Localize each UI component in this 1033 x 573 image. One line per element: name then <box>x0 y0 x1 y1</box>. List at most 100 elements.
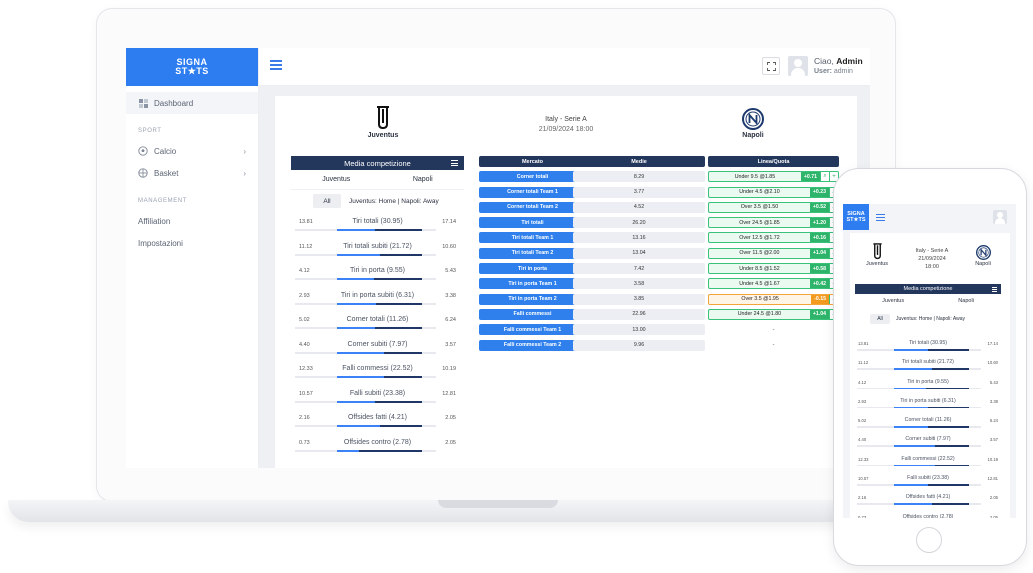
stat-away-value: 10.19 <box>987 456 998 462</box>
stat-bar <box>894 464 969 467</box>
stat-home-value: 11.12 <box>858 360 869 366</box>
stat-bar-track <box>857 406 981 409</box>
phone-date: 21/09/2024 <box>918 256 946 262</box>
market-line-empty: - <box>772 326 775 333</box>
sidebar-item-basket[interactable]: Basket › <box>126 162 258 184</box>
phone-card-team-home[interactable]: Juventus <box>882 298 904 304</box>
phone-filter-all-button[interactable]: All <box>870 314 890 324</box>
stat-away-value: 12.81 <box>442 390 456 397</box>
market-line-cell: Over 24.5 @1.85+1.20⌕ <box>708 217 839 229</box>
stat-bar <box>337 351 422 354</box>
market-name-button[interactable]: Falli commessi <box>479 308 586 320</box>
stat-bar-home <box>894 349 928 351</box>
phone-card-teams: Juventus Napoli <box>855 298 1001 304</box>
stat-away-value: 2.05 <box>989 514 998 518</box>
search-icon[interactable]: ⌕ <box>820 172 829 182</box>
market-name-button[interactable]: Falli commessi Team 2 <box>479 339 586 351</box>
filter-label[interactable]: Juventus: Home | Napoli: Away <box>349 198 439 205</box>
market-line-text: Over 24.5 @1.85 <box>739 219 780 226</box>
away-team-name: Napoli <box>742 132 764 139</box>
market-name-button[interactable]: Corner totali Team 1 <box>479 186 586 198</box>
card-team-home[interactable]: Juventus <box>322 176 350 189</box>
stat-home-value: 2.16 <box>299 415 310 421</box>
home-team-name: Juventus <box>367 132 399 139</box>
filter-all-button[interactable]: All <box>313 194 341 208</box>
phone-match-info: Italy - Serie A 21/09/2024 18:00 <box>902 247 962 271</box>
stat-bar-away <box>383 351 422 354</box>
market-name-button[interactable]: Tiri totali Team 2 <box>479 247 586 259</box>
phone-hamburger-icon[interactable] <box>876 214 885 222</box>
market-line-box[interactable]: Under 8.5 @1.52+0.58⌕ <box>708 263 839 275</box>
football-icon <box>138 146 148 156</box>
market-line-box[interactable]: Under 4.5 @2.10+0.23⌕ <box>708 186 839 198</box>
avatar-icon[interactable] <box>788 56 808 76</box>
market-name-button[interactable]: Tiri totali Team 1 <box>479 232 586 244</box>
stat-bar <box>894 349 969 351</box>
market-delta-badge: +0.52 <box>809 202 829 212</box>
stat-home-value: 10.57 <box>858 476 869 482</box>
market-line-box[interactable]: Over 3.5 @1.50+0.52⌕ <box>708 201 839 213</box>
home-team[interactable]: Juventus <box>363 106 403 139</box>
phone-away-team[interactable]: Napoli <box>968 245 998 267</box>
user-role: User: admin <box>814 68 853 75</box>
market-name-button[interactable]: Tiri in porta Team 1 <box>479 278 586 290</box>
phone-avatar-icon[interactable] <box>993 210 1007 224</box>
stat-name: Tiri in porta subiti (6.31) <box>900 397 956 404</box>
logo[interactable]: SIGNA ST★TS <box>126 48 258 86</box>
stat-home-value: 10.57 <box>299 390 313 397</box>
laptop-notch <box>438 500 558 508</box>
stat-bar-track <box>295 376 436 378</box>
market-line-box[interactable]: Under 24.5 @1.80+1.04⌕ <box>708 308 839 320</box>
hamburger-icon[interactable] <box>270 60 282 70</box>
market-line-text: Over 12.5 @1.72 <box>739 234 780 241</box>
market-name-button[interactable]: Tiri totali <box>479 217 586 229</box>
stat-name: Corner totali (11.26) <box>346 316 409 323</box>
stat-bar-away <box>380 253 422 256</box>
phone-filter-label[interactable]: Juventus: Home | Napoli: Away <box>896 316 965 322</box>
sidebar-item-affiliation[interactable]: Affiliation <box>126 210 258 232</box>
stat-row: 4.12 Tiri in porta (9.55) 5.43 <box>855 375 1001 394</box>
stat-bar-away <box>928 406 969 409</box>
sidebar-item-dashboard[interactable]: Dashboard <box>126 92 258 114</box>
stat-bar-track <box>857 484 981 486</box>
market-line-text: Under 9.5 @1.85 <box>734 173 776 180</box>
market-line-text: Under 24.5 @1.80 <box>737 311 782 318</box>
sidebar-item-calcio[interactable]: Calcio › <box>126 140 258 162</box>
away-team[interactable]: Napoli <box>733 108 773 139</box>
market-line-box[interactable]: Over 24.5 @1.85+1.20⌕ <box>708 217 839 229</box>
stat-away-value: 10.19 <box>442 366 456 372</box>
market-line-text: Under 4.5 @1.67 <box>739 280 780 287</box>
stat-home-value: 4.40 <box>299 341 310 348</box>
market-line-box[interactable]: Under 4.5 @1.67+0.42⌕ <box>708 278 839 290</box>
market-line-box[interactable]: Over 3.5 @1.95-0.15⌕ <box>708 293 839 305</box>
card-title: Media competizione <box>344 158 411 168</box>
stat-bar <box>337 400 422 403</box>
menu-icon[interactable] <box>992 287 997 292</box>
phone-card-team-away[interactable]: Napoli <box>958 298 974 304</box>
market-line-box[interactable]: Under 9.5 @1.85 +0.71 ⌕ + <box>708 171 839 183</box>
stat-row: 2.93 Tiri in porta subiti (6.31) 3.38 <box>855 394 1001 413</box>
market-name-button[interactable]: Falli commessi Team 1 <box>479 324 586 336</box>
stat-name: Offsides fatti (4.21) <box>905 494 951 501</box>
market-line-cell: Under 4.5 @2.10+0.23⌕ <box>708 186 839 198</box>
user-label: User: <box>814 68 832 75</box>
market-delta-badge: +0.16 <box>809 233 829 243</box>
market-name-button[interactable]: Tiri in porta Team 2 <box>479 293 586 305</box>
market-average: 26.20 <box>573 217 705 229</box>
market-name-button[interactable]: Tiri in porta <box>479 263 586 275</box>
card-team-away[interactable]: Napoli <box>413 176 433 189</box>
phone-logo[interactable]: SIGNA ST★TS <box>843 204 869 230</box>
market-line-box[interactable]: Over 11.5 @2.00+1.04⌕ <box>708 247 839 259</box>
market-line-box[interactable]: Over 12.5 @1.72+0.16⌕ <box>708 232 839 244</box>
menu-icon[interactable] <box>451 160 458 166</box>
stat-bar <box>894 387 969 390</box>
stat-row: 12.33 Falli commessi (22.52) 10.19 <box>291 359 464 384</box>
phone-home-team[interactable]: Juventus <box>862 243 892 267</box>
chevron-right-icon: › <box>243 146 246 156</box>
fullscreen-icon[interactable] <box>762 57 780 75</box>
market-name-button[interactable]: Corner totali Team 2 <box>479 201 586 213</box>
match-panel: Juventus Italy - Serie A 21/09/2024 18:0… <box>275 96 857 468</box>
sidebar-item-impostazioni[interactable]: Impostazioni <box>126 232 258 254</box>
stat-away-value: 3.57 <box>989 437 998 443</box>
market-name-button[interactable]: Corner totali <box>479 171 586 183</box>
